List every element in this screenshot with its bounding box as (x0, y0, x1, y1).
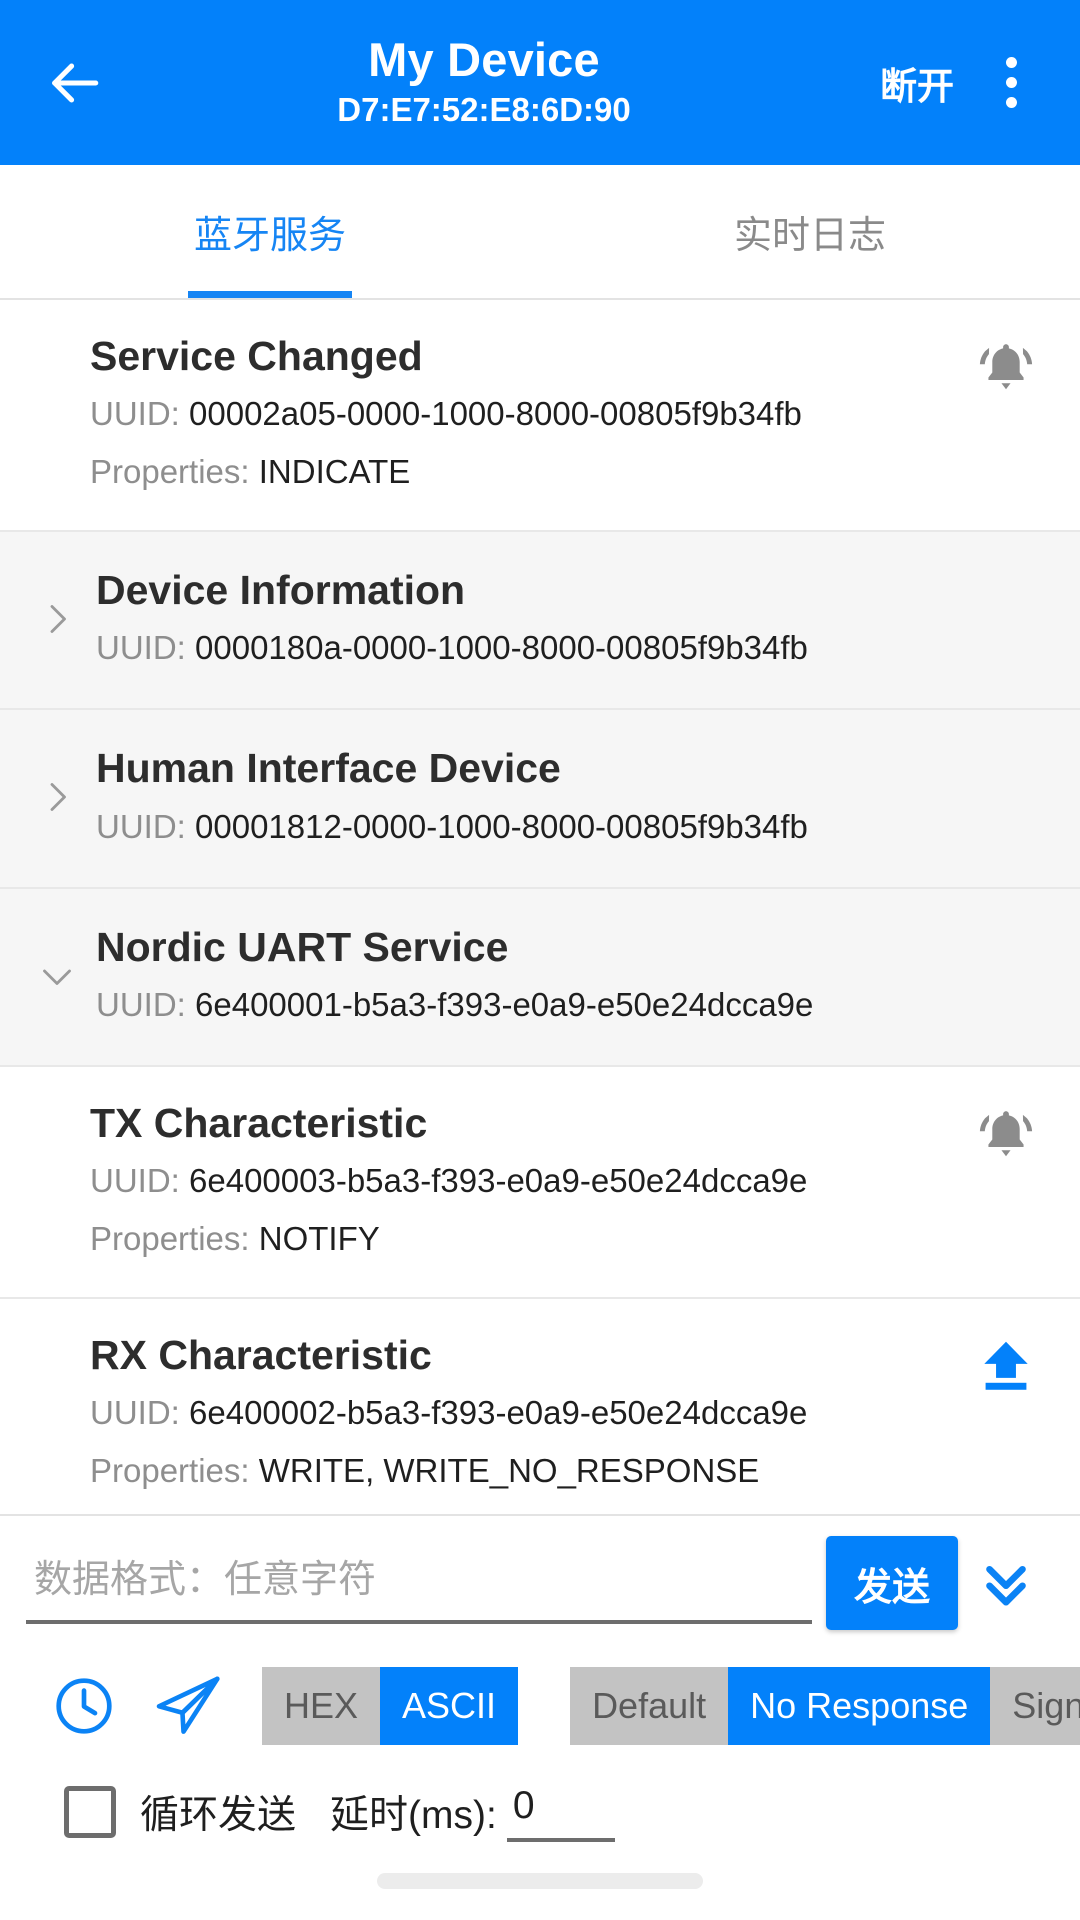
properties-value: NOTIFY (258, 1220, 380, 1258)
bell-active-icon-button[interactable] (960, 1099, 1052, 1165)
send-data-input[interactable] (26, 1542, 812, 1624)
loop-send-row: 循环发送 延时(ms): (26, 1782, 1054, 1842)
item-name: Device Information (96, 567, 466, 614)
item-properties: Properties: INDICATE (90, 449, 960, 496)
write-type-segmented-control: Default No Response Signed (570, 1667, 1080, 1745)
item-name: Service Changed (90, 333, 423, 379)
row-text-block: Human Interface Device UUID: 00001812-000… (86, 744, 1052, 850)
tab-label: 实时日志 (733, 215, 886, 257)
uuid-label: UUID: (90, 395, 180, 433)
bell-active-icon-button[interactable] (960, 332, 1052, 398)
row-text-block: TX Characteristic UUID: 6e400003-b5a3-f39… (28, 1099, 960, 1263)
service-row[interactable]: Device Information UUID: 0000180a-0000-10… (0, 532, 1080, 711)
properties-value: INDICATE (258, 453, 411, 491)
service-list[interactable]: Service Changed UUID: 00002a05-0000-1000-… (0, 300, 1080, 1514)
send-button[interactable]: 发送 (826, 1536, 958, 1630)
loop-send-checkbox[interactable] (64, 1786, 116, 1838)
uuid-label: UUID: (96, 985, 186, 1023)
upload-icon-button[interactable] (960, 1331, 1052, 1397)
write-type-signed[interactable]: Signed (990, 1667, 1080, 1745)
device-title-block: My Device D7:E7:52:E8:6D:90 (102, 32, 866, 131)
loop-send-label: 循环发送 (140, 1794, 297, 1837)
row-text-block: Service Changed UUID: 00002a05-0000-1000-… (28, 332, 960, 496)
properties-label: Properties: (90, 453, 250, 491)
expand-panel-button[interactable] (958, 1536, 1054, 1630)
send-input-row: 发送 (26, 1536, 1054, 1630)
app-bar: My Device D7:E7:52:E8:6D:90 断开 (0, 0, 1080, 165)
delay-input[interactable] (506, 1782, 615, 1842)
uuid-value: 6e400002-b5a3-f393-e0a9-e50e24dcca9e (189, 1394, 808, 1432)
tab-label: 蓝牙服务 (193, 215, 346, 257)
item-name: RX Characteristic (90, 1331, 432, 1378)
send-controls-row: HEX ASCII Default No Response Signed (26, 1664, 1080, 1748)
item-uuid: UUID: 6e400001-b5a3-f393-e0a9-e50e24dcca… (96, 982, 1052, 1029)
bell-active-icon (975, 1103, 1037, 1165)
service-row[interactable]: Nordic UART Service UUID: 6e400001-b5a3-f… (0, 888, 1080, 1067)
uuid-value: 6e400001-b5a3-f393-e0a9-e50e24dcca9e (195, 985, 814, 1023)
characteristic-row[interactable]: RX Characteristic UUID: 6e400002-b5a3-f39… (0, 1298, 1080, 1514)
app-screen: My Device D7:E7:52:E8:6D:90 断开 蓝牙服务 实时日志… (0, 0, 1080, 1920)
delay-label: 延时(ms): (330, 1794, 497, 1837)
paper-plane-icon (151, 1669, 225, 1743)
properties-label: Properties: (90, 1452, 250, 1490)
send-panel: 发送 (0, 1514, 1080, 1842)
page-title: My Device (368, 32, 600, 86)
disconnect-button[interactable]: 断开 (866, 56, 968, 110)
bell-active-icon (975, 336, 1037, 398)
item-name: Nordic UART Service (96, 923, 509, 970)
clock-icon (51, 1673, 117, 1739)
uuid-label: UUID: (90, 1394, 180, 1432)
uuid-value: 00001812-0000-1000-8000-00805f9b34fb (195, 807, 808, 845)
history-button[interactable] (32, 1664, 136, 1748)
item-uuid: UUID: 00002a05-0000-1000-8000-00805f9b34… (90, 391, 960, 438)
row-text-block: Device Information UUID: 0000180a-0000-10… (86, 566, 1052, 672)
uuid-value: 0000180a-0000-1000-8000-00805f9b34fb (195, 629, 808, 667)
service-row[interactable]: Human Interface Device UUID: 00001812-000… (0, 710, 1080, 889)
more-vertical-icon-dot (1005, 77, 1017, 88)
tab-bar: 蓝牙服务 实时日志 (0, 165, 1080, 300)
characteristic-row[interactable]: Service Changed UUID: 00002a05-0000-1000-… (0, 300, 1080, 533)
item-name: Human Interface Device (96, 745, 561, 792)
uuid-label: UUID: (90, 1162, 180, 1200)
uuid-value: 6e400003-b5a3-f393-e0a9-e50e24dcca9e (189, 1162, 808, 1200)
double-chevron-down-icon (973, 1550, 1039, 1616)
write-type-default[interactable]: Default (570, 1667, 729, 1745)
more-vertical-icon-dot (1005, 57, 1017, 68)
format-option-hex[interactable]: HEX (262, 1667, 381, 1745)
chevron-down-icon[interactable] (28, 956, 86, 996)
item-properties: Properties: WRITE, WRITE_NO_RESPONSE (90, 1448, 960, 1495)
overflow-menu-button[interactable] (968, 35, 1054, 131)
item-uuid: UUID: 00001812-0000-1000-8000-00805f9b34… (96, 804, 1052, 851)
tab-realtime-log[interactable]: 实时日志 (540, 165, 1080, 298)
system-navigation-bar (0, 1842, 1080, 1920)
more-vertical-icon-dot (1005, 97, 1017, 108)
row-text-block: RX Characteristic UUID: 6e400002-b5a3-f39… (28, 1331, 960, 1495)
item-uuid: UUID: 0000180a-0000-1000-8000-00805f9b34… (96, 625, 1052, 672)
item-uuid: UUID: 6e400003-b5a3-f393-e0a9-e50e24dcca… (90, 1158, 960, 1205)
item-name: TX Characteristic (90, 1099, 428, 1146)
upload-icon (975, 1335, 1037, 1397)
gesture-pill[interactable] (377, 1873, 703, 1889)
arrow-left-icon (45, 54, 103, 112)
characteristic-row[interactable]: TX Characteristic UUID: 6e400003-b5a3-f39… (0, 1066, 1080, 1299)
uuid-label: UUID: (96, 807, 186, 845)
item-properties: Properties: NOTIFY (90, 1216, 960, 1263)
format-option-ascii[interactable]: ASCII (380, 1667, 519, 1745)
quick-send-button[interactable] (136, 1664, 240, 1748)
device-mac-address: D7:E7:52:E8:6D:90 (337, 91, 631, 129)
tab-bluetooth-services[interactable]: 蓝牙服务 (0, 165, 540, 298)
properties-value: WRITE, WRITE_NO_RESPONSE (258, 1452, 760, 1490)
uuid-label: UUID: (96, 629, 186, 667)
item-uuid: UUID: 6e400002-b5a3-f393-e0a9-e50e24dcca… (90, 1390, 960, 1437)
uuid-value: 00002a05-0000-1000-8000-00805f9b34fb (189, 395, 802, 433)
properties-label: Properties: (90, 1220, 250, 1258)
chevron-right-icon[interactable] (28, 599, 86, 639)
write-type-no-response[interactable]: No Response (728, 1667, 991, 1745)
row-text-block: Nordic UART Service UUID: 6e400001-b5a3-f… (86, 923, 1052, 1029)
chevron-right-icon[interactable] (28, 777, 86, 817)
data-format-segmented-control: HEX ASCII (262, 1667, 519, 1745)
